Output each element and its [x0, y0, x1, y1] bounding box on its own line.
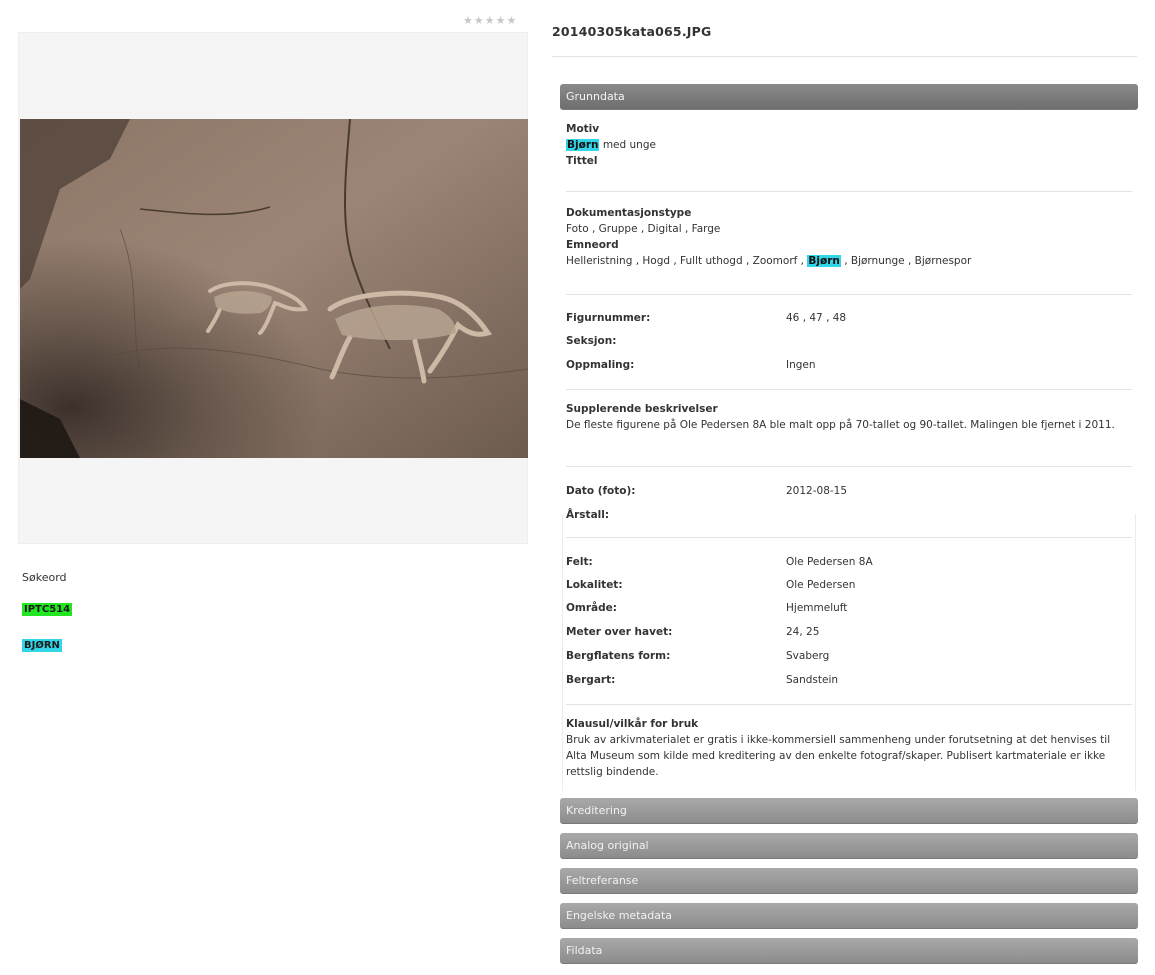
moh-value: 24, 25 [786, 626, 820, 638]
section-divider [566, 466, 1132, 467]
moh-row: Meter over havet: 24, 25 [566, 624, 1132, 640]
figurnummer-value: 46 , 47 , 48 [786, 312, 847, 324]
klausul-label: Klausul/vilkår for bruk [566, 718, 699, 730]
accordion-header-analog-original[interactable]: Analog original [560, 833, 1138, 859]
omrade-value: Hjemmeluft [786, 602, 848, 614]
emneord-after: , Bjørnunge , Bjørnespor [840, 255, 972, 267]
accordion-header-fildata[interactable]: Fildata [560, 938, 1138, 964]
bergart-value: Sandstein [786, 674, 839, 686]
motiv-highlight: Bjørn [566, 139, 600, 151]
rock-carving-photo[interactable] [20, 119, 528, 458]
bergflate-row: Bergflatens form: Svaberg [566, 648, 1132, 664]
dato-value: 2012-08-15 [786, 485, 848, 497]
section-divider [566, 191, 1132, 192]
motiv-value: Bjørn med unge [566, 137, 1132, 153]
rock-carving-image [20, 119, 528, 458]
felt-row: Felt: Ole Pedersen 8A [566, 554, 1132, 570]
lokalitet-row: Lokalitet: Ole Pedersen [566, 577, 1132, 593]
rating-stars[interactable]: ★★★★★ [463, 14, 517, 27]
oppmaling-label: Oppmaling: [566, 359, 635, 371]
omrade-label: Område: [566, 602, 617, 614]
oppmaling-value: Ingen [786, 359, 816, 371]
file-name: 20140305kata065.JPG [552, 24, 712, 39]
dato-row: Dato (foto): 2012-08-15 [566, 483, 1132, 499]
bergflate-label: Bergflatens form: [566, 650, 671, 662]
motiv-label: Motiv [566, 123, 600, 135]
figurnummer-label: Figurnummer: [566, 312, 651, 324]
bergart-row: Bergart: Sandstein [566, 672, 1132, 688]
lokalitet-label: Lokalitet: [566, 579, 623, 591]
title-divider [552, 56, 1137, 57]
moh-label: Meter over havet: [566, 626, 673, 638]
grunndata-panel: Motiv Bjørn med unge Tittel Dokumentasjo… [560, 109, 1138, 791]
lokalitet-value: Ole Pedersen [786, 579, 856, 591]
metadata-column: 20140305kata065.JPG Grunndata Motiv Bjør… [552, 0, 1150, 975]
motiv-section: Motiv Bjørn med unge Tittel [566, 121, 1132, 169]
suppl-label: Supplerende beskrivelser [566, 403, 718, 415]
doktype-value: Foto , Gruppe , Digital , Farge [566, 223, 721, 235]
section-divider [566, 537, 1132, 538]
tittel-label: Tittel [566, 155, 598, 167]
emneord-label: Emneord [566, 239, 619, 251]
oppmaling-row: Oppmaling: Ingen [566, 357, 1132, 373]
emneord-before: Helleristning , Hogd , Fullt uthogd , Zo… [566, 255, 808, 267]
suppl-section: Supplerende beskrivelser De fleste figur… [566, 401, 1132, 433]
accordion-header-kreditering[interactable]: Kreditering [560, 798, 1138, 824]
doktype-label: Dokumentasjonstype [566, 207, 692, 219]
felt-value: Ole Pedersen 8A [786, 556, 873, 568]
section-divider [566, 294, 1132, 295]
dato-label: Dato (foto): [566, 485, 636, 497]
section-divider [566, 389, 1132, 390]
emneord-value: Helleristning , Hogd , Fullt uthogd , Zo… [566, 253, 1132, 269]
accordion-header-grunndata[interactable]: Grunndata [560, 84, 1138, 110]
image-column: ★★★★★ Søkeord IPTC514 BJØRN [0, 0, 540, 975]
doktype-section: Dokumentasjonstype Foto , Gruppe , Digit… [566, 205, 1132, 269]
klausul-section: Klausul/vilkår for bruk Bruk av arkivmat… [566, 716, 1132, 780]
seksjon-row: Seksjon: [566, 333, 1132, 349]
bergflate-value: Svaberg [786, 650, 830, 662]
accordion-header-engelske-metadata[interactable]: Engelske metadata [560, 903, 1138, 929]
keyword-tag-bjorn[interactable]: BJØRN [22, 639, 62, 652]
felt-label: Felt: [566, 556, 593, 568]
keyword-tag-iptc514[interactable]: IPTC514 [22, 603, 73, 616]
emneord-highlight: Bjørn [807, 255, 841, 267]
motiv-rest: med unge [599, 139, 656, 151]
accordion-header-feltreferanse[interactable]: Feltreferanse [560, 868, 1138, 894]
bergart-label: Bergart: [566, 674, 616, 686]
keywords-title: Søkeord [22, 571, 67, 584]
klausul-value: Bruk av arkivmaterialet er gratis i ikke… [566, 734, 1111, 778]
omrade-row: Område: Hjemmeluft [566, 600, 1132, 616]
suppl-value: De fleste figurene på Ole Pedersen 8A bl… [566, 419, 1115, 431]
figurnummer-row: Figurnummer: 46 , 47 , 48 [566, 310, 1132, 326]
seksjon-label: Seksjon: [566, 335, 617, 347]
section-divider [566, 704, 1132, 705]
